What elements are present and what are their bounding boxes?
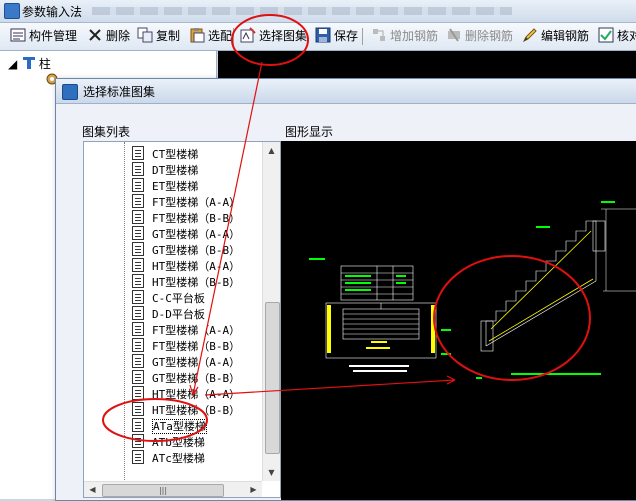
check-icon [598,27,614,43]
document-icon [132,258,144,272]
scroll-down-icon[interactable]: ▼ [263,464,280,481]
document-icon [132,290,144,304]
collapse-icon[interactable]: ◢ [8,57,18,71]
atlas-list-label: 图集列表 [82,125,131,139]
add-rebar-icon [373,29,385,41]
select-atlas-button[interactable]: 选择图集 [240,26,307,47]
component-mgmt-icon [10,28,26,42]
column-icon [22,57,35,69]
document-icon [132,386,144,400]
list-item[interactable]: FT型楼梯（A-A） [132,194,240,210]
horizontal-scrollbar[interactable]: ◀ ||| ▶ [84,481,262,497]
scrollbar-thumb[interactable] [265,302,280,454]
list-item[interactable]: D-D平台板 [132,306,205,322]
document-icon [132,194,144,208]
list-item[interactable]: ET型楼梯 [132,178,198,194]
copy-icon [137,27,153,43]
document-icon [132,418,144,432]
document-icon [132,338,144,352]
list-item[interactable]: GT型楼梯（B-B） [132,242,240,258]
document-icon [132,146,144,160]
scroll-right-icon[interactable]: ▶ [245,482,262,497]
document-icon [132,370,144,384]
cad-white-text [349,365,409,372]
scroll-left-icon[interactable]: ◀ [84,482,101,497]
document-icon [132,434,144,448]
document-icon [132,226,144,240]
cad-drawing [309,201,636,379]
cad-green-text [309,258,406,291]
select-standard-atlas-dialog: 选择标准图集 图集列表 图形显示 CT型楼梯 DT型楼梯 ET型楼梯 FT型楼梯… [55,78,636,501]
add-rebar-button[interactable]: 增加钢筋 [371,26,438,47]
list-item[interactable]: FT型楼梯（B-B） [132,210,240,226]
save-button[interactable]: 保存 [315,26,358,47]
tree-item-column[interactable]: ◢ 柱 [8,55,51,72]
check-button[interactable]: 核对 [598,26,636,47]
dialog-icon [62,84,78,100]
component-mgmt-button[interactable]: 构件管理 [10,26,77,47]
delete-icon [89,29,101,41]
tree-line [124,142,126,482]
scroll-up-icon[interactable]: ▲ [263,142,280,159]
list-item[interactable]: DT型楼梯 [132,162,198,178]
delete-rebar-button[interactable]: 删除钢筋 [446,26,513,47]
cad-section-labels [441,201,615,379]
app-icon [4,3,20,19]
document-icon [132,402,144,416]
list-item[interactable]: ATb型楼梯 [132,434,205,450]
list-item[interactable]: HT型楼梯（B-B） [132,274,240,290]
app-title: 参数输入法 [22,5,83,19]
select-atlas-icon [240,27,256,43]
dialog-title: 选择标准图集 [83,85,156,99]
h-scrollbar-thumb[interactable]: ||| [102,484,224,497]
save-icon [315,27,331,43]
cad-rebar-lines [488,230,594,342]
app-titlebar: 参数输入法 [0,0,636,23]
document-icon [132,450,144,464]
list-item[interactable]: C-C平台板 [132,290,205,306]
document-icon [132,274,144,288]
document-icon [132,210,144,224]
document-icon [132,354,144,368]
main-toolbar: 构件管理 删除 复制 选配 选择图集 保存 增加钢筋 删除钢筋 编辑钢筋 核对 [0,23,636,51]
graphic-display-label: 图形显示 [285,125,334,139]
list-item[interactable]: CT型楼梯 [132,146,198,162]
toolbar-separator [233,28,234,45]
atlas-list[interactable]: CT型楼梯 DT型楼梯 ET型楼梯 FT型楼梯（A-A） FT型楼梯（B-B） … [83,141,281,498]
document-icon [132,162,144,176]
document-icon [132,306,144,320]
cad-dimension-lines [601,208,636,292]
list-item[interactable]: GT型楼梯（B-B） [132,370,240,386]
list-item[interactable]: ATc型楼梯 [132,450,205,466]
list-item[interactable]: FT型楼梯（B-B） [132,338,240,354]
select-config-button[interactable]: 选配 [189,26,232,47]
document-icon [132,242,144,256]
list-item[interactable]: HT型楼梯（A-A） [132,258,240,274]
list-item[interactable]: GT型楼梯（A-A） [132,226,240,242]
drawing-canvas [218,51,636,78]
cad-plan-view [325,302,437,359]
vertical-scrollbar[interactable]: ▲ ▼ [262,142,280,481]
cad-section-view [480,220,606,352]
list-item[interactable]: HT型楼梯（B-B） [132,402,240,418]
drawing-preview [281,141,636,500]
document-icon [132,322,144,336]
clipboard-icon [190,28,205,43]
toolbar-separator [362,28,363,45]
edit-rebar-button[interactable]: 编辑钢筋 [522,26,589,47]
document-icon [132,178,144,192]
list-item-selected[interactable]: ATa型楼梯 [132,418,207,434]
delete-rebar-icon [448,28,460,42]
copy-button[interactable]: 复制 [137,26,180,47]
edit-rebar-icon [522,28,537,43]
list-item[interactable]: FT型楼梯（A-A） [132,322,240,338]
blurred-title-area [92,7,512,15]
list-item[interactable]: HT型楼梯（A-A） [132,386,240,402]
delete-button[interactable]: 删除 [87,26,130,47]
list-item[interactable]: GT型楼梯（A-A） [132,354,240,370]
dialog-titlebar: 选择标准图集 [56,79,636,104]
